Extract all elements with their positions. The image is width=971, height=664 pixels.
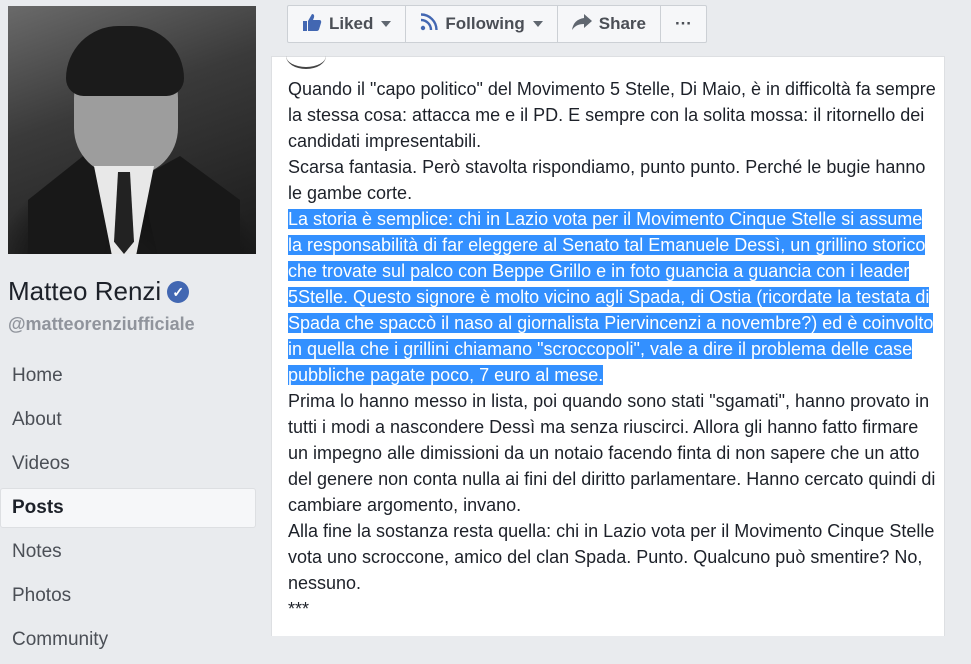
nav-item-notes[interactable]: Notes [0, 532, 256, 572]
nav-item-community[interactable]: Community [0, 620, 256, 660]
post-paragraph: Prima lo hanno messo in lista, poi quand… [288, 391, 936, 515]
nav-item-photos[interactable]: Photos [0, 576, 256, 616]
selected-text[interactable]: La storia è semplice: chi in Lazio vota … [288, 209, 934, 385]
profile-photo[interactable] [8, 6, 256, 254]
post-paragraph-selected: La storia è semplice: chi in Lazio vota … [288, 206, 936, 388]
page-title[interactable]: Matteo Renzi ✓ [8, 276, 190, 307]
rss-icon [420, 12, 439, 36]
page-scrollbar[interactable] [959, 60, 971, 635]
nav-item-about[interactable]: About [0, 400, 256, 440]
more-options-button[interactable]: ··· [661, 6, 706, 42]
share-label: Share [598, 14, 646, 33]
nav-item-home[interactable]: Home [0, 356, 256, 396]
page-handle[interactable]: @matteorenziufficiale [8, 314, 195, 335]
thumbs-up-icon [302, 13, 322, 36]
post-body: Quando il "capo politico" del Movimento … [288, 76, 936, 622]
post-card: Quando il "capo politico" del Movimento … [271, 56, 945, 636]
following-button[interactable]: Following [406, 6, 558, 42]
nav-item-posts[interactable]: Posts [0, 488, 256, 528]
share-button[interactable]: Share [558, 6, 661, 42]
liked-label: Liked [329, 14, 374, 33]
more-dots-icon: ··· [674, 14, 692, 33]
page-action-bar: Liked Following Share ··· [287, 5, 707, 43]
verified-badge-icon: ✓ [167, 280, 190, 303]
share-arrow-icon [571, 13, 592, 35]
liked-button[interactable]: Liked [288, 6, 407, 42]
page-nav: Home About Videos Posts Notes Photos Com… [0, 356, 256, 664]
post-paragraph: Quando il "capo politico" del Movimento … [288, 79, 936, 151]
sidebar: Matteo Renzi ✓ @matteorenziufficiale Hom… [0, 0, 271, 650]
post-paragraph: Alla fine la sostanza resta quella: chi … [288, 521, 935, 593]
post-paragraph: Scarsa fantasia. Però stavolta rispondia… [288, 157, 926, 203]
post-avatar-edge [286, 43, 326, 69]
page-name-text[interactable]: Matteo Renzi [8, 276, 161, 307]
chevron-down-icon [381, 21, 392, 27]
following-label: Following [445, 14, 525, 33]
post-paragraph: *** [288, 599, 310, 619]
chevron-down-icon [532, 21, 543, 27]
nav-item-videos[interactable]: Videos [0, 444, 256, 484]
